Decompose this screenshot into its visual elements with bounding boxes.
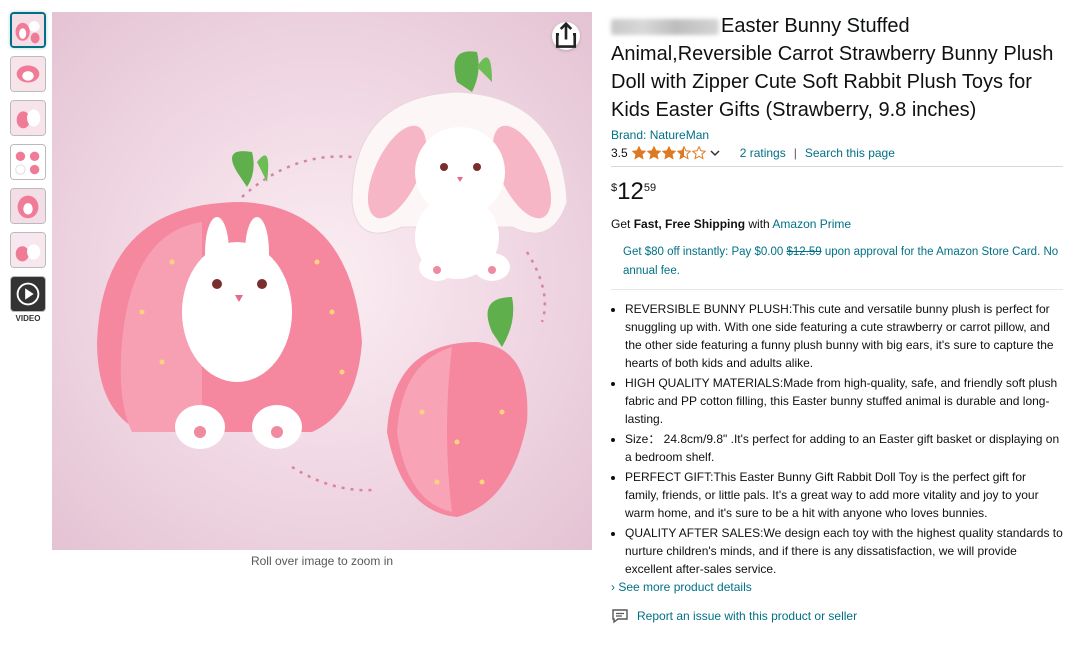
- thumbnail-strip: VIDEO: [10, 12, 50, 323]
- shipping-bold: Fast, Free Shipping: [633, 217, 746, 231]
- thumbnail-5[interactable]: [10, 188, 46, 224]
- see-more-details-link[interactable]: › See more product details: [611, 580, 1063, 594]
- share-button[interactable]: [552, 22, 580, 50]
- chevron-down-icon[interactable]: [710, 148, 720, 158]
- price-whole: 12: [617, 178, 644, 205]
- play-icon: [16, 282, 40, 306]
- feature-bullet: PERFECT GIFT:This Easter Bunny Gift Rabb…: [625, 468, 1063, 522]
- feedback-icon: [612, 609, 628, 624]
- product-details: Easter Bunny Stuffed Animal,Reversible C…: [611, 12, 1063, 624]
- star-icon: [691, 146, 706, 160]
- star-icon: [631, 146, 646, 160]
- video-thumbnail[interactable]: [10, 276, 46, 312]
- shipping-info: Get Fast, Free Shipping with Amazon Prim…: [611, 217, 1063, 231]
- separator: |: [793, 146, 797, 160]
- rating-value: 3.5: [611, 146, 628, 160]
- store-card-offer[interactable]: Get $80 off instantly: Pay $0.00 $12.59 …: [623, 243, 1063, 281]
- shipping-middle: with: [745, 217, 773, 231]
- feature-bullet: Size： 24.8cm/9.8" .It's perfect for addi…: [625, 430, 1063, 466]
- feature-bullet: QUALITY AFTER SALES:We design each toy w…: [625, 524, 1063, 578]
- card-offer-strike-price: $12.59: [786, 246, 822, 258]
- zoom-hint: Roll over image to zoom in: [250, 554, 394, 568]
- rating-row: 3.5 2 ratings | Search this page: [611, 146, 1063, 160]
- feature-bullet: REVERSIBLE BUNNY PLUSH:This cute and ver…: [625, 300, 1063, 372]
- prime-link[interactable]: Amazon Prime: [772, 217, 851, 231]
- star-icon: [646, 146, 661, 160]
- bunny-plush-illustration: [97, 51, 568, 517]
- thumbnail-4[interactable]: [10, 144, 46, 180]
- feature-bullets: REVERSIBLE BUNNY PLUSH:This cute and ver…: [611, 300, 1063, 578]
- divider: [611, 166, 1063, 167]
- price-fraction: 59: [643, 182, 657, 194]
- thumbnail-6[interactable]: [10, 232, 46, 268]
- price: $ 12 59: [611, 179, 1063, 205]
- product-title: Easter Bunny Stuffed Animal,Reversible C…: [611, 12, 1063, 124]
- main-product-image[interactable]: [52, 12, 592, 550]
- star-icon: [661, 146, 676, 160]
- report-issue-link[interactable]: Report an issue with this product or sel…: [611, 608, 1063, 624]
- star-rating[interactable]: [631, 146, 706, 160]
- search-page-link[interactable]: Search this page: [805, 146, 895, 160]
- feature-bullet: HIGH QUALITY MATERIALS:Made from high-qu…: [625, 374, 1063, 428]
- thumbnail-1[interactable]: [10, 12, 46, 48]
- shipping-prefix: Get: [611, 217, 634, 231]
- report-issue-text: Report an issue with this product or sel…: [637, 609, 858, 623]
- brand-link[interactable]: Brand: NatureMan: [611, 128, 1063, 142]
- blurred-brand-name: [611, 18, 719, 35]
- star-icon: [676, 146, 691, 160]
- share-icon: [555, 22, 577, 48]
- divider: [611, 289, 1063, 290]
- video-label: VIDEO: [15, 314, 41, 323]
- card-offer-text1: Get $80 off instantly: Pay $0.00: [623, 246, 787, 258]
- thumbnail-3[interactable]: [10, 100, 46, 136]
- thumbnail-2[interactable]: [10, 56, 46, 92]
- ratings-count-link[interactable]: 2 ratings: [740, 146, 786, 160]
